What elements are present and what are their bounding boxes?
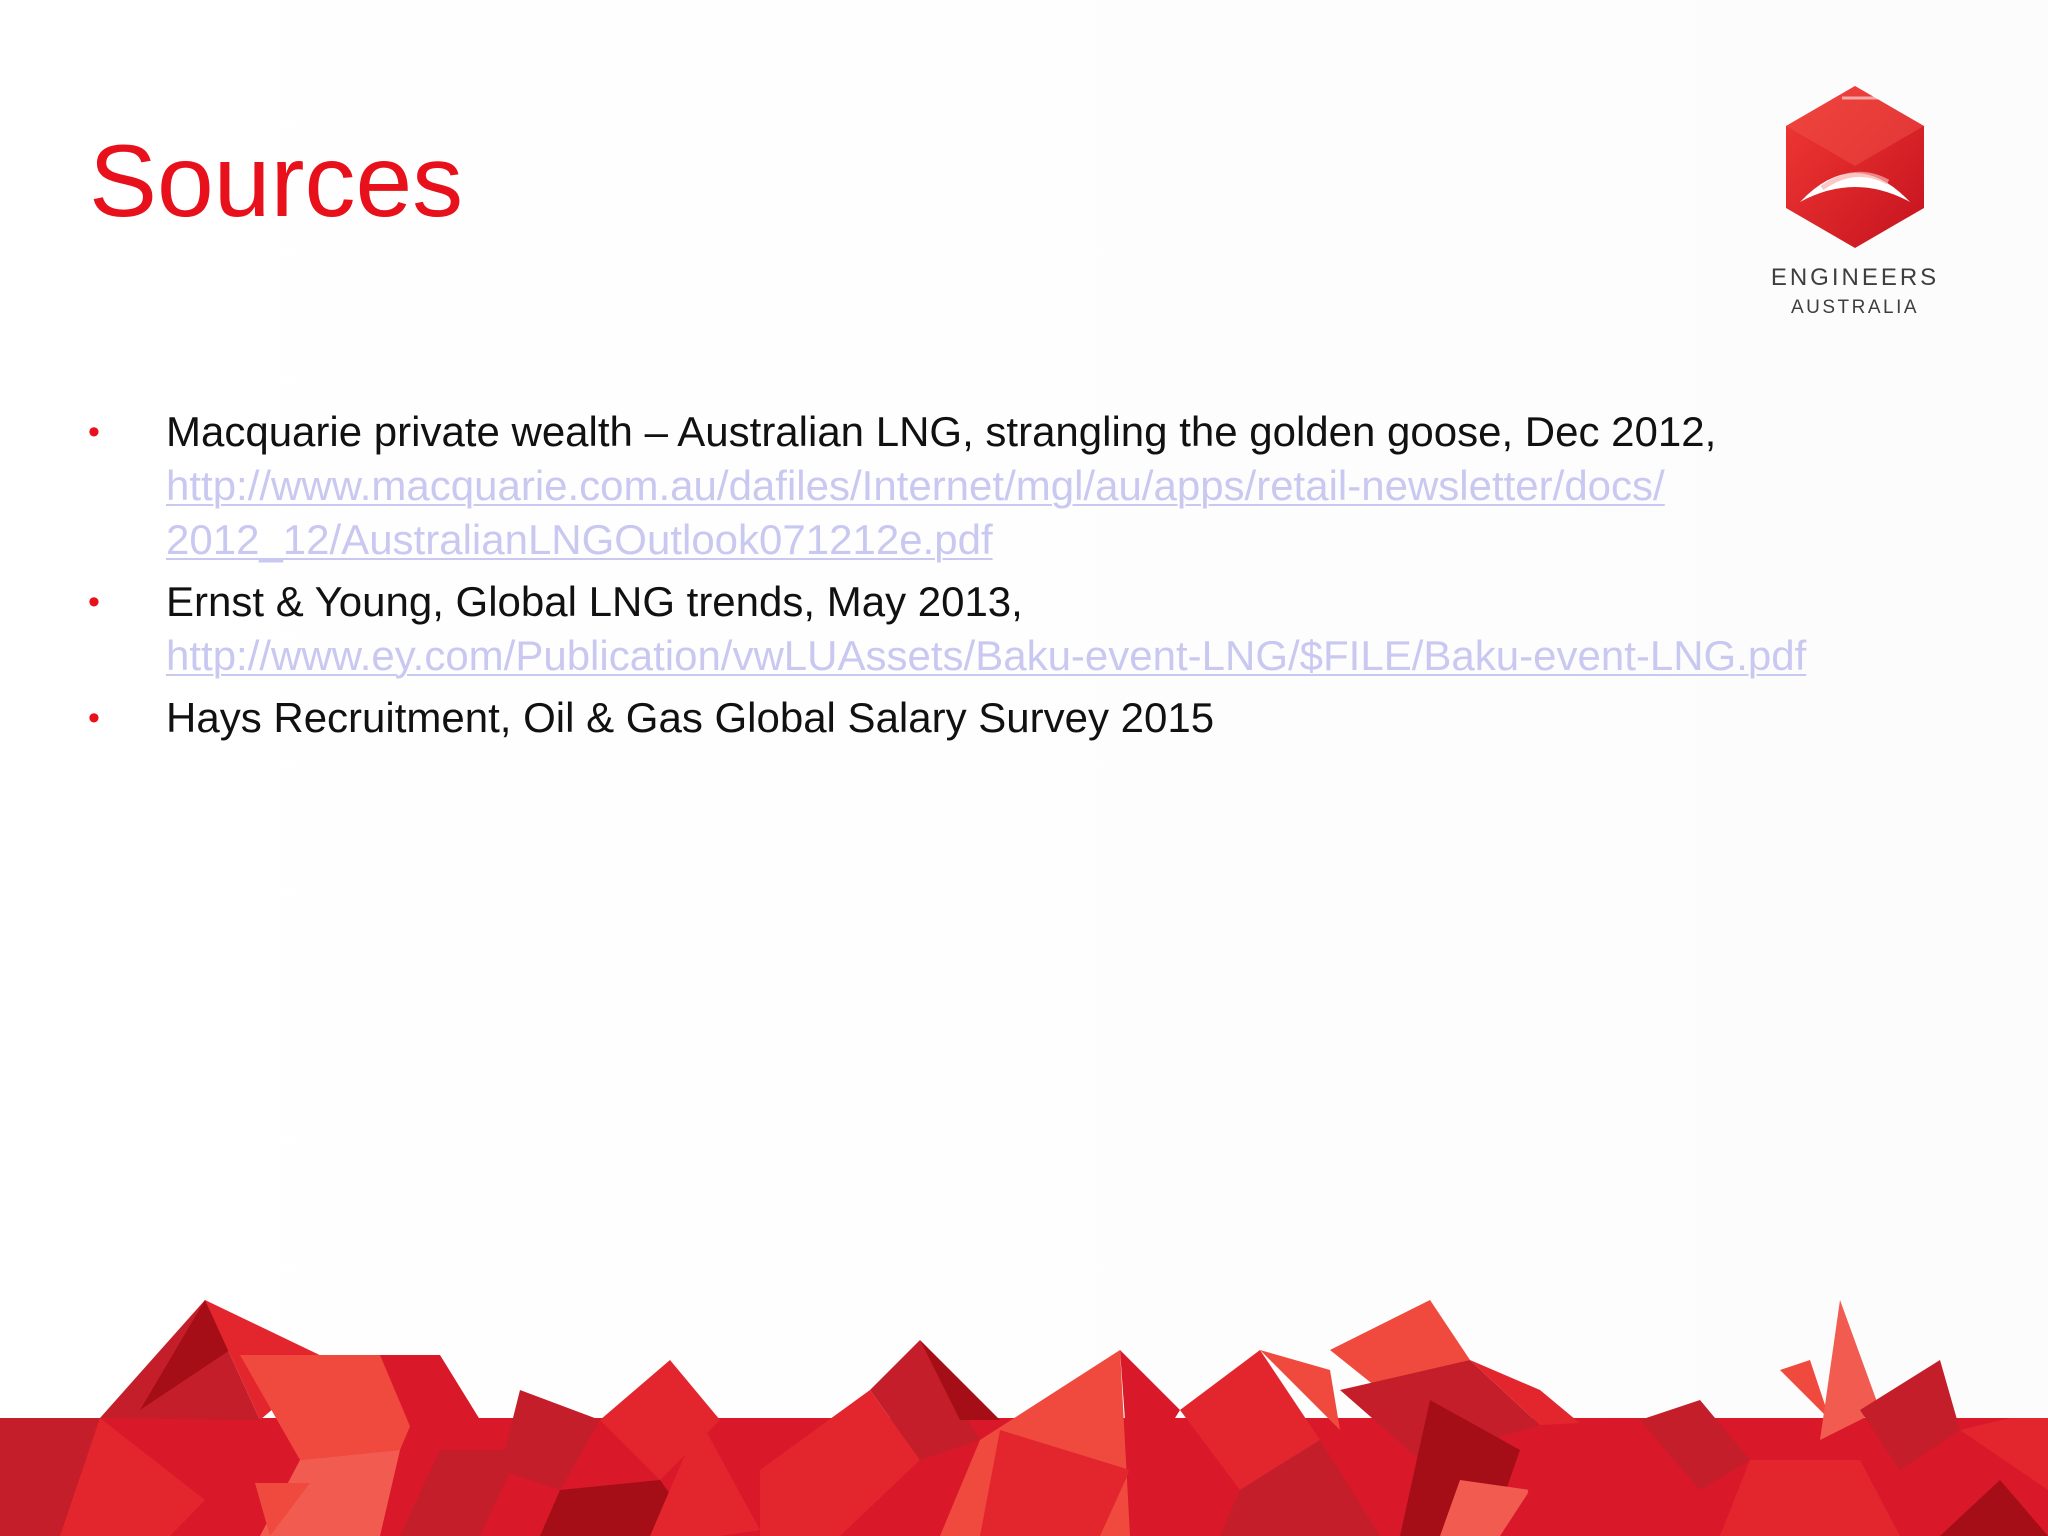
bullet-icon: •: [88, 583, 100, 621]
bullet-icon: •: [88, 699, 100, 737]
hexagon-logo-icon: [1786, 86, 1924, 248]
red-triangle-decoration: [0, 1300, 2048, 1536]
source-item: • Hays Recruitment, Oil & Gas Global Sal…: [88, 691, 1988, 745]
source-link[interactable]: http://www.ey.com/Publication/vwLUAssets…: [166, 629, 1988, 683]
sources-list: • Macquarie private wealth – Australian …: [88, 405, 1988, 753]
slide-title: Sources: [89, 124, 464, 238]
source-item: • Macquarie private wealth – Australian …: [88, 405, 1988, 567]
source-text: Macquarie private wealth – Australian LN…: [166, 408, 1717, 455]
logo-text-engineers: ENGINEERS: [1770, 264, 1940, 291]
logo-text-australia: AUSTRALIA: [1790, 297, 1920, 318]
engineers-australia-logo: ENGINEERS AUSTRALIA: [1740, 80, 1970, 325]
source-link[interactable]: 2012_12/AustralianLNGOutlook071212e.pdf: [166, 513, 1988, 567]
source-text: Hays Recruitment, Oil & Gas Global Salar…: [166, 694, 1215, 741]
bullet-icon: •: [88, 413, 100, 451]
source-link[interactable]: http://www.macquarie.com.au/dafiles/Inte…: [166, 459, 1988, 513]
source-text: Ernst & Young, Global LNG trends, May 20…: [166, 578, 1023, 625]
slide: Sources ENGINEERS AUSTRALIA • Macquarie …: [0, 0, 2048, 1536]
source-item: • Ernst & Young, Global LNG trends, May …: [88, 575, 1988, 683]
